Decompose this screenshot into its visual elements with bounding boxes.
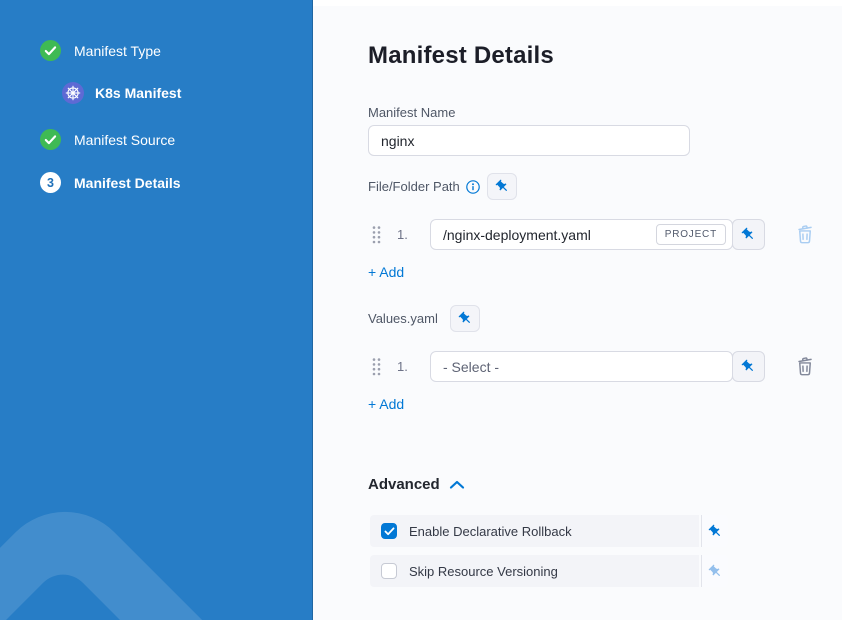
option-bar[interactable]: Skip Resource Versioning bbox=[370, 555, 699, 587]
kubernetes-icon bbox=[62, 82, 84, 104]
pin-icon bbox=[454, 308, 475, 329]
manifest-name-label: Manifest Name bbox=[368, 105, 455, 120]
declarative-rollback-runtime-pin-button[interactable] bbox=[701, 515, 728, 547]
pin-icon bbox=[704, 560, 725, 581]
skip-resource-versioning-runtime-pin-button[interactable] bbox=[701, 555, 728, 587]
skip-resource-versioning-checkbox[interactable] bbox=[381, 563, 397, 579]
values-yaml-row: 1. bbox=[372, 351, 815, 382]
option-row-skip-resource-versioning[interactable]: Skip Resource Versioning bbox=[370, 555, 728, 587]
drag-handle-icon[interactable] bbox=[372, 226, 381, 244]
step-number-badge: 3 bbox=[40, 172, 61, 193]
manifest-name-input[interactable] bbox=[368, 125, 690, 156]
add-file-path-link[interactable]: + Add bbox=[368, 264, 404, 280]
file-folder-path-runtime-pin-button[interactable] bbox=[487, 173, 517, 200]
sidebar-step-manifest-type[interactable]: Manifest Type bbox=[40, 40, 161, 61]
values-yaml-runtime-pin-button[interactable] bbox=[450, 305, 480, 332]
pin-icon bbox=[704, 520, 725, 541]
row-index: 1. bbox=[397, 227, 413, 242]
step-label: Manifest Details bbox=[74, 175, 181, 191]
pin-icon bbox=[738, 224, 759, 245]
values-yaml-label-row: Values.yaml bbox=[368, 311, 438, 326]
substep-label: K8s Manifest bbox=[95, 85, 181, 101]
sidebar-step-manifest-source[interactable]: Manifest Source bbox=[40, 129, 175, 150]
option-row-declarative-rollback[interactable]: Enable Declarative Rollback bbox=[370, 515, 728, 547]
wizard-step-sidebar: Manifest Type K8s Manifest bbox=[0, 0, 313, 620]
advanced-section-toggle[interactable]: Advanced bbox=[368, 476, 465, 493]
manifest-details-panel: Manifest Details Manifest Name File/Fold… bbox=[313, 0, 842, 620]
file-folder-path-label-row: File/Folder Path bbox=[368, 179, 480, 194]
project-scope-badge: PROJECT bbox=[656, 224, 726, 245]
values-yaml-label: Values.yaml bbox=[368, 311, 438, 326]
advanced-label: Advanced bbox=[368, 476, 440, 493]
step-label: Manifest Source bbox=[74, 132, 175, 148]
page-title: Manifest Details bbox=[368, 42, 554, 70]
add-values-yaml-link[interactable]: + Add bbox=[368, 396, 404, 412]
option-bar[interactable]: Enable Declarative Rollback bbox=[370, 515, 699, 547]
info-icon[interactable] bbox=[466, 180, 480, 194]
drag-handle-icon[interactable] bbox=[372, 358, 381, 376]
file-folder-path-label: File/Folder Path bbox=[368, 179, 460, 194]
file-path-row: 1. PROJECT bbox=[372, 219, 815, 250]
sidebar-substep-k8s-manifest[interactable]: K8s Manifest bbox=[62, 82, 181, 104]
pin-icon bbox=[491, 176, 512, 197]
check-circle-icon bbox=[40, 40, 61, 61]
delete-row-button[interactable] bbox=[795, 224, 815, 245]
values-yaml-row-runtime-pin-button[interactable] bbox=[732, 351, 765, 382]
sidebar-step-manifest-details[interactable]: 3 Manifest Details bbox=[40, 172, 181, 193]
check-circle-icon bbox=[40, 129, 61, 150]
manifest-wizard: Manifest Type K8s Manifest bbox=[0, 0, 842, 620]
step-label: Manifest Type bbox=[74, 43, 161, 59]
option-label: Enable Declarative Rollback bbox=[409, 524, 572, 539]
pin-icon bbox=[738, 356, 759, 377]
chevron-up-icon bbox=[449, 480, 465, 490]
values-yaml-select[interactable] bbox=[430, 351, 733, 382]
declarative-rollback-checkbox[interactable] bbox=[381, 523, 397, 539]
delete-row-button[interactable] bbox=[795, 356, 815, 377]
row-index: 1. bbox=[397, 359, 413, 374]
option-label: Skip Resource Versioning bbox=[409, 564, 558, 579]
file-path-runtime-pin-button[interactable] bbox=[732, 219, 765, 250]
